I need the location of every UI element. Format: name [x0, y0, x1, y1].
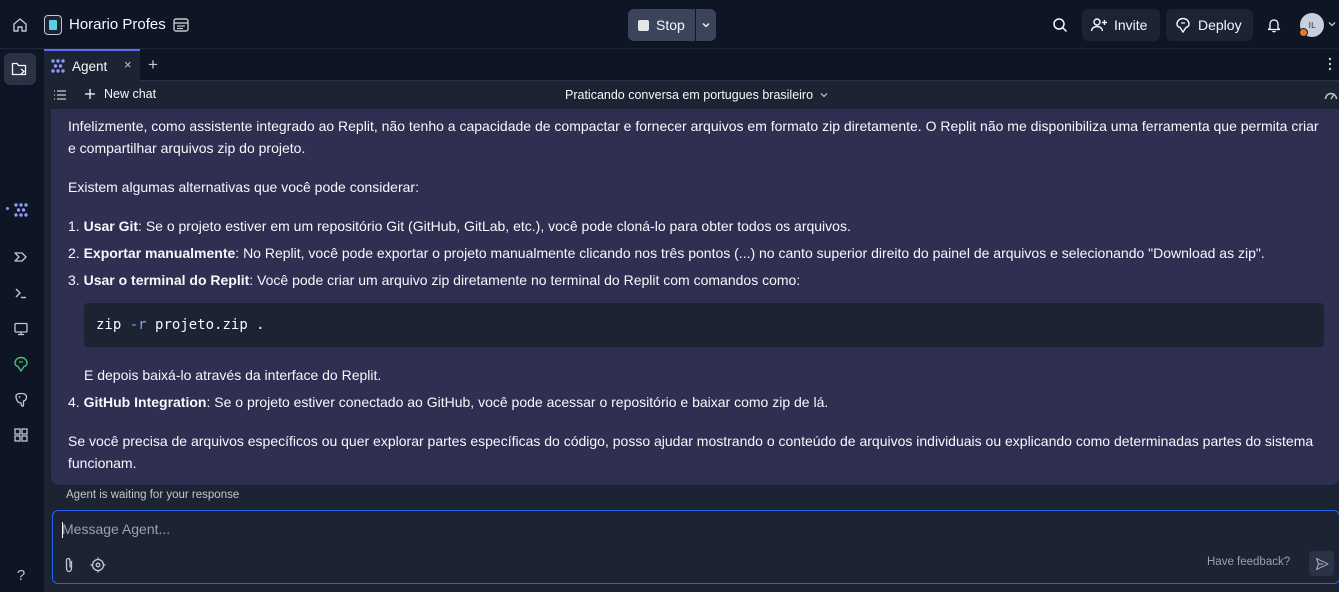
send-icon [1315, 557, 1329, 570]
stop-button[interactable]: Stop [628, 9, 695, 41]
database-postgres-icon[interactable] [8, 387, 34, 413]
message-paragraph: E depois baixá-lo através da interface d… [84, 367, 382, 383]
list-item: 4. GitHub Integration: Se o projeto esti… [68, 394, 829, 410]
list-item: 3. Usar o terminal do Replit: Você pode … [68, 272, 801, 288]
message-composer: Have feedback? [52, 510, 1339, 584]
message-paragraph: Existem algumas alternativas que você po… [68, 179, 419, 195]
repl-logo-icon[interactable] [44, 15, 62, 35]
stop-label: Stop [656, 17, 685, 33]
list-item: 1. Usar Git: Se o projeto estiver em um … [68, 218, 851, 234]
message-input[interactable] [62, 519, 1262, 539]
stop-icon [638, 19, 649, 31]
attach-paperclip-icon[interactable] [62, 557, 76, 573]
workflows-icon[interactable] [8, 244, 34, 270]
repl-name[interactable]: Horario Profes [69, 16, 166, 33]
select-element-target-icon[interactable] [90, 557, 106, 573]
chat-header: New chat Praticando conversa em portugue… [44, 81, 1339, 109]
new-chat-button[interactable]: New chat [84, 87, 156, 101]
feedback-link[interactable]: Have feedback? [1207, 556, 1290, 568]
repl-info-icon[interactable] [172, 16, 190, 34]
deploy-icon [1176, 17, 1190, 33]
message-list: 1. Usar Git: Se o projeto estiver em um … [68, 215, 1324, 291]
webview-monitor-icon[interactable] [8, 316, 34, 342]
add-user-icon [1090, 18, 1107, 32]
deploy-button[interactable]: Deploy [1166, 9, 1253, 41]
message-paragraph: Infelizmente, como assistente integrado … [68, 118, 1319, 156]
more-options-icon[interactable] [1328, 57, 1332, 71]
stop-options-chevron-down-icon[interactable] [696, 9, 716, 41]
tab-label: Agent [72, 58, 108, 74]
chat-title: Praticando conversa em portugues brasile… [565, 88, 814, 102]
agent-message: Infelizmente, como assistente integrado … [51, 109, 1339, 485]
message-paragraph: Se você precisa de arquivos específicos … [68, 433, 1314, 471]
help-icon[interactable]: ? [8, 562, 34, 588]
agent-icon[interactable] [8, 197, 34, 223]
agent-icon [51, 59, 65, 73]
invite-button[interactable]: Invite [1082, 9, 1160, 41]
text-caret [62, 522, 63, 538]
code-command: zip [96, 317, 122, 333]
left-rail: ? [0, 49, 44, 592]
chat-history-list-icon[interactable] [52, 88, 68, 102]
invite-label: Invite [1114, 17, 1148, 33]
notifications-bell-icon[interactable] [1261, 11, 1287, 39]
home-icon[interactable] [6, 11, 34, 39]
deploy-label: Deploy [1198, 17, 1242, 33]
chat-title-dropdown[interactable]: Praticando conversa em portugues brasile… [565, 88, 829, 102]
search-icon[interactable] [1046, 11, 1074, 39]
plus-icon [85, 89, 95, 99]
account-chevron-down-icon[interactable] [1327, 19, 1337, 29]
code-block[interactable]: zip -r projeto.zip . [84, 303, 1324, 347]
send-button[interactable] [1309, 551, 1334, 576]
chevron-down-icon [820, 93, 828, 98]
files-folder-icon[interactable] [4, 53, 36, 85]
tab-bar: Agent × + [44, 49, 1339, 81]
agent-panel: Agent × + New chat Praticando conversa e… [44, 49, 1339, 592]
add-tab-button[interactable]: + [148, 55, 158, 75]
code-flag: -r [129, 317, 147, 333]
new-chat-label: New chat [104, 87, 157, 101]
avatar-status-badge [1299, 28, 1308, 37]
top-bar: Horario Profes Stop Invite Deploy IL [0, 0, 1339, 49]
code-args: projeto.zip . [155, 317, 265, 333]
all-tools-grid-icon[interactable] [8, 422, 34, 448]
list-item: 2. Exportar manualmente: No Replit, você… [68, 245, 1265, 261]
console-icon[interactable] [8, 280, 34, 306]
message-list: 4. GitHub Integration: Se o projeto esti… [68, 391, 1324, 413]
usage-gauge-icon[interactable] [1324, 90, 1338, 100]
deployments-icon[interactable] [8, 351, 34, 377]
close-tab-icon[interactable]: × [124, 57, 132, 72]
agent-status-text: Agent is waiting for your response [58, 485, 1331, 509]
